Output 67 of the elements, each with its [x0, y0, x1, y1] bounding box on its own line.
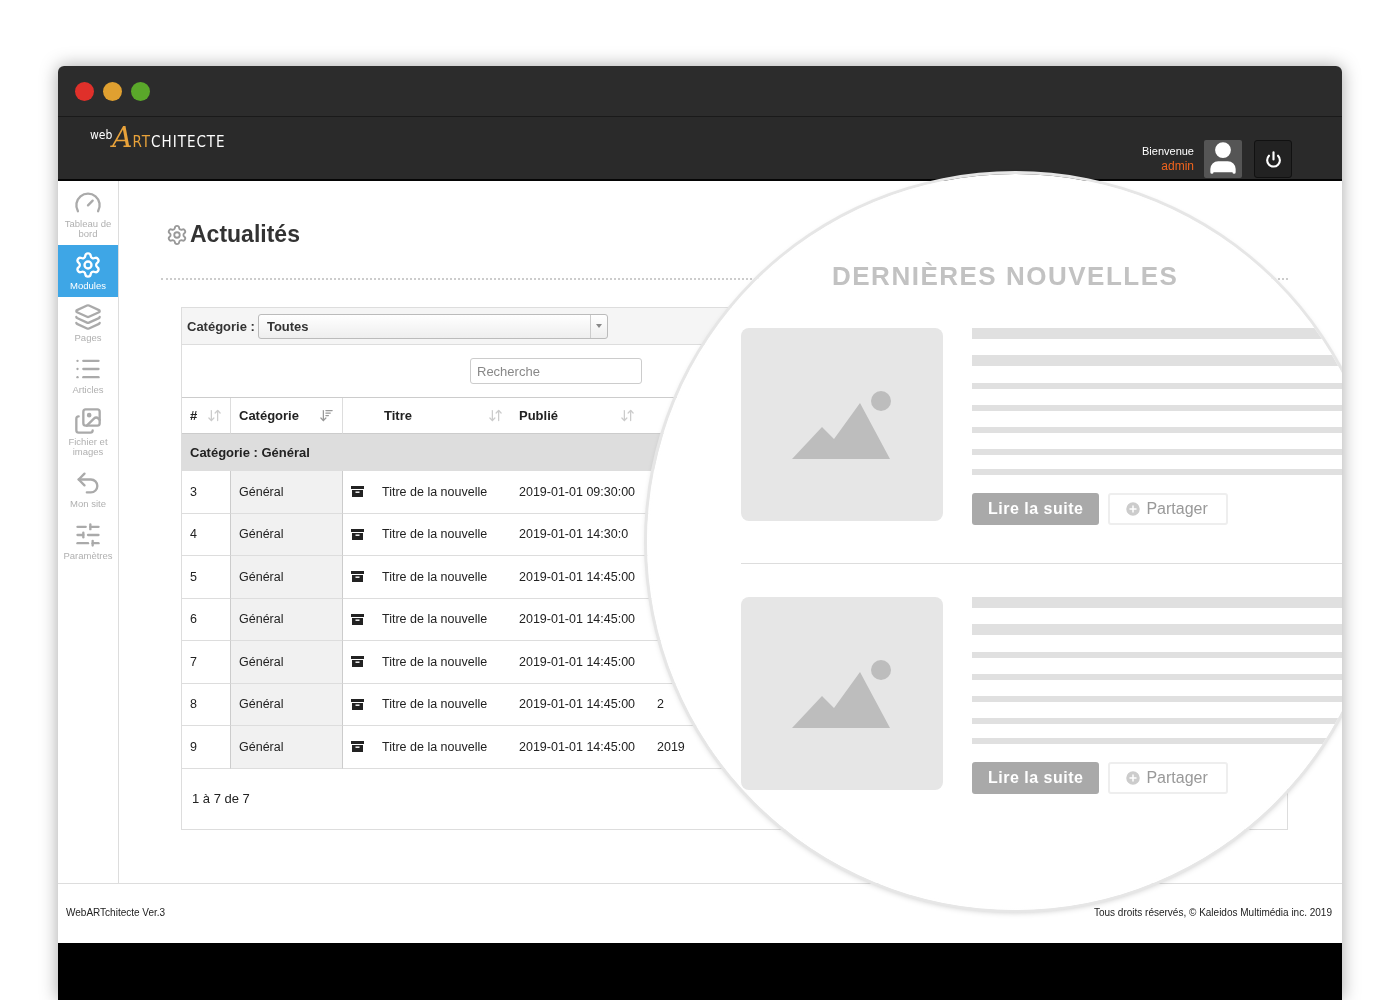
archive-icon	[351, 656, 364, 668]
news-heading: DERNIÈRES NOUVELLES	[832, 261, 1179, 292]
table-cell: 9	[182, 726, 231, 769]
avatar	[1204, 140, 1242, 178]
table-cell: 5	[182, 556, 231, 599]
maximize-button[interactable]	[131, 81, 150, 101]
sidebar-item[interactable]: Paramètres	[58, 515, 118, 567]
archive-icon	[351, 486, 364, 498]
table-cell: 4	[182, 513, 231, 556]
archive-icon	[351, 698, 364, 710]
minimize-button[interactable]	[103, 81, 122, 101]
sidebar-item[interactable]: Fichier et images	[58, 401, 118, 463]
table-cell: Général	[231, 556, 343, 599]
sidebar-label: Tableau de bord	[63, 219, 113, 239]
filter-label: Catégorie :	[187, 318, 255, 334]
table-cell: 2019	[657, 739, 685, 754]
version-text: WebARTchitecte Ver.3	[66, 907, 166, 918]
table-cell: 3	[182, 471, 231, 514]
share-button[interactable]: Partager	[1108, 493, 1228, 525]
table-cell: 2	[657, 697, 664, 712]
sidebar-label: Pages	[74, 333, 102, 343]
welcome-text: Bienvenue	[1142, 144, 1194, 159]
copyright-text: Tous droits réservés, © Kaleidos Multimédia inc. 2019	[1093, 907, 1332, 918]
sidebar-icon	[74, 407, 102, 435]
sidebar-icon	[74, 303, 102, 331]
sidebar-item[interactable]: Tableau de bord	[58, 181, 118, 245]
search-field[interactable]: Recherche	[470, 358, 642, 384]
table-cell: Général	[231, 598, 343, 641]
read-more-button[interactable]: Lire la suite	[972, 493, 1100, 525]
sort-icon[interactable]	[319, 408, 334, 423]
table-cell: 6	[182, 598, 231, 641]
close-button[interactable]	[75, 81, 94, 101]
sidebar-item[interactable]: Pages	[58, 297, 118, 349]
sidebar-label: Mon site	[70, 499, 106, 509]
sidebar-label: Fichier et images	[67, 437, 109, 457]
sidebar-item[interactable]: Modules	[58, 245, 118, 297]
sidebar-icon	[74, 251, 102, 279]
page-title: Actualités	[190, 221, 300, 248]
sidebar-icon	[74, 521, 102, 549]
archive-icon	[351, 741, 364, 753]
category-select[interactable]: Toutes	[257, 313, 608, 339]
table-cell: Général	[231, 513, 343, 556]
power-icon	[1264, 150, 1282, 168]
logout-button[interactable]	[1254, 140, 1292, 178]
sidebar-label: Paramètres	[63, 551, 113, 561]
archive-icon	[351, 571, 364, 583]
image-placeholder-icon	[792, 388, 892, 461]
plus-icon	[1124, 500, 1143, 518]
sidebar-item[interactable]: Articles	[58, 349, 118, 401]
caret-icon	[595, 324, 602, 328]
plus-icon	[1124, 769, 1143, 787]
archive-icon	[351, 528, 364, 540]
sidebar-item[interactable]: Mon site	[58, 463, 118, 515]
sidebar-label: Articles	[72, 385, 104, 395]
archive-icon	[351, 613, 364, 625]
read-more-button[interactable]: Lire la suite	[972, 762, 1100, 794]
table-cell: Général	[231, 471, 343, 514]
table-cell: 8	[182, 683, 231, 726]
table-cell: Général	[231, 641, 343, 684]
image-placeholder-icon	[792, 657, 892, 730]
pagination-text: 1 à 7 de 7	[192, 791, 250, 806]
table-cell: Général	[231, 726, 343, 769]
sidebar-label: Modules	[70, 281, 106, 291]
table-cell: Général	[231, 683, 343, 726]
username: admin	[1161, 159, 1194, 174]
share-button[interactable]: Partager	[1108, 762, 1228, 794]
table-cell: 7	[182, 641, 231, 684]
